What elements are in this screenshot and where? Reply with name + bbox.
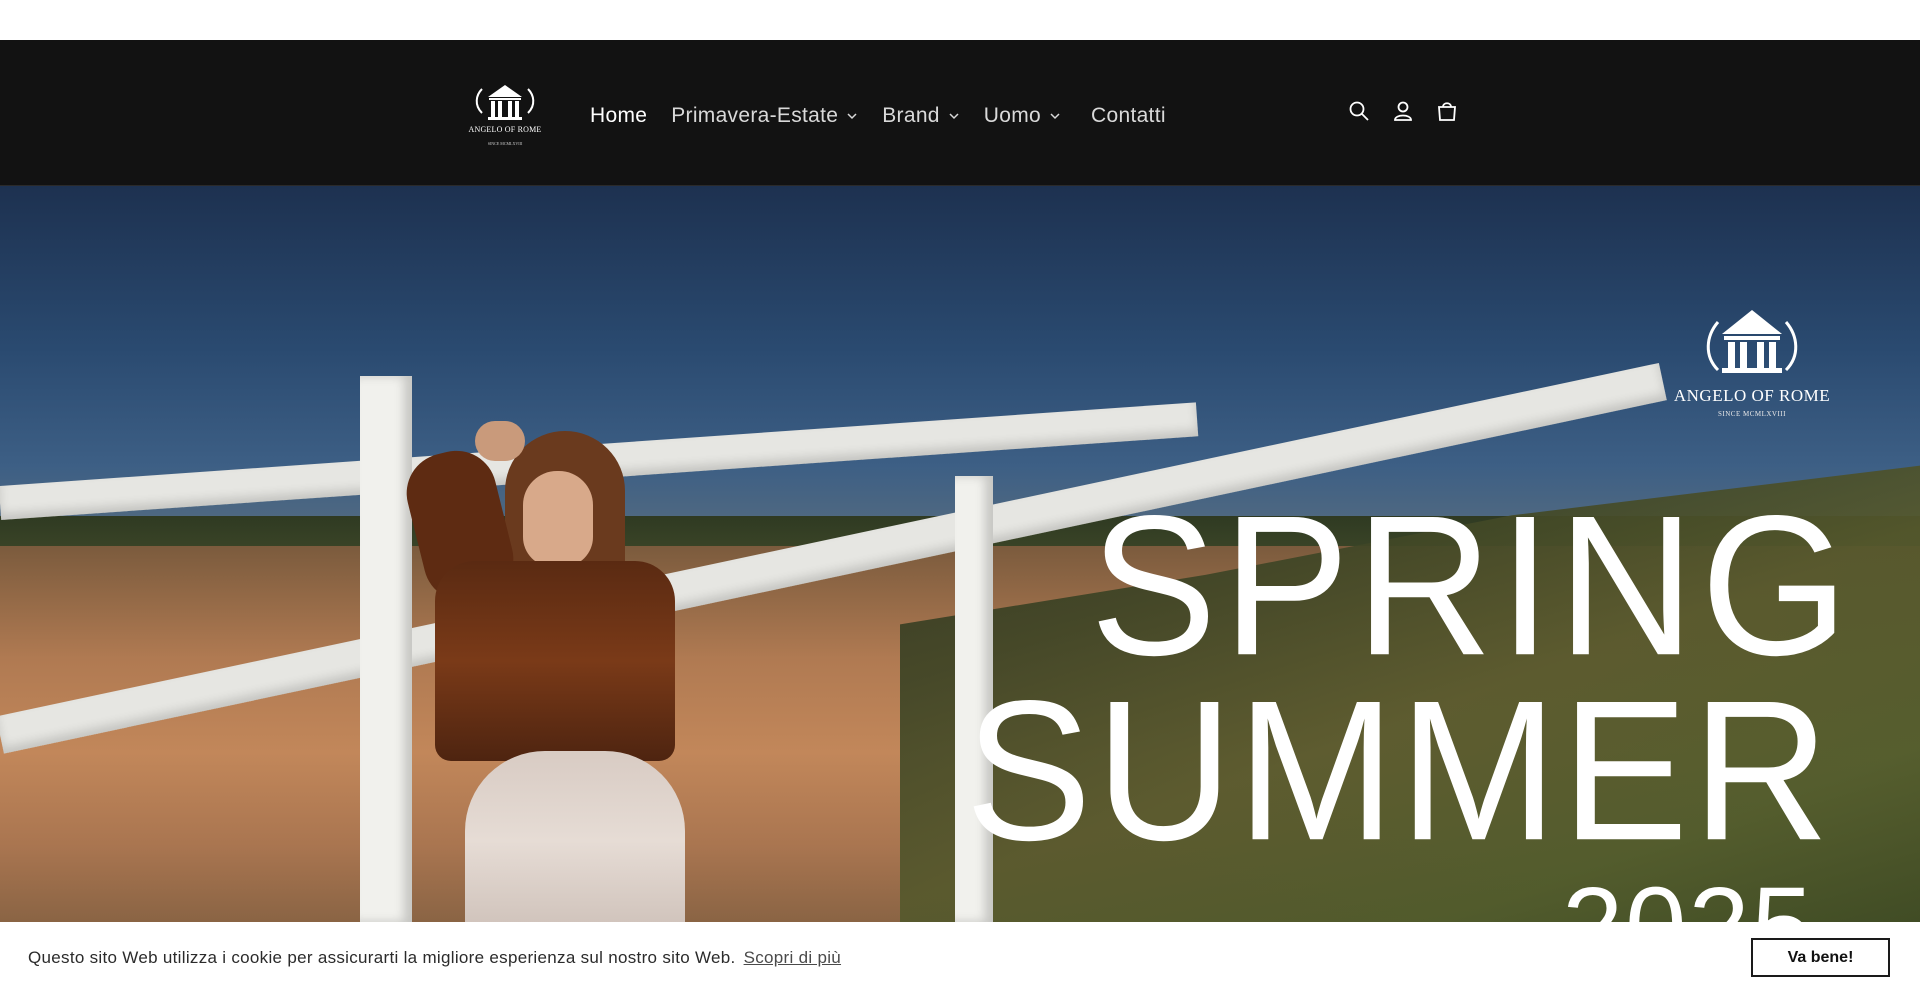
cookie-message-text: Questo sito Web utilizza i cookie per as… — [28, 948, 736, 967]
nav-contatti[interactable]: Contatti — [1079, 96, 1178, 136]
chevron-down-icon — [847, 113, 857, 120]
temple-logo-icon — [475, 85, 535, 120]
header-logo[interactable]: ANGELO OF ROME SINCE MCMLXVIII — [466, 83, 544, 147]
cookie-banner: Questo sito Web utilizza i cookie per as… — [0, 922, 1920, 993]
model-face — [523, 471, 593, 567]
main-nav: Home Primavera-Estate Brand Uomo Contatt… — [578, 96, 1178, 136]
cookie-learn-more-link[interactable]: Scopri di più — [744, 948, 841, 967]
temple-logo-icon — [1706, 310, 1798, 373]
nav-brand-label: Brand — [882, 104, 940, 127]
cart-icon — [1438, 102, 1456, 121]
cart-button[interactable] — [1434, 98, 1460, 124]
model-hand — [475, 421, 525, 461]
nav-primavera-estate[interactable]: Primavera-Estate — [659, 96, 870, 136]
nav-primavera-estate-label: Primavera-Estate — [671, 104, 839, 127]
search-icon — [1349, 101, 1369, 121]
hero-title-line1: SPRING — [1090, 474, 1855, 698]
nav-uomo[interactable]: Uomo — [972, 96, 1073, 136]
nav-home-label: Home — [590, 104, 648, 127]
account-icon — [1394, 101, 1412, 121]
nav-uomo-label: Uomo — [983, 104, 1042, 127]
model-figure — [355, 361, 685, 922]
hero-logo: ANGELO OF ROME SINCE MCMLXVIII — [1670, 306, 1834, 426]
header-icons — [1346, 98, 1460, 124]
model-jacket — [435, 561, 675, 761]
chevron-down-icon — [949, 113, 959, 120]
announcement-bar — [0, 0, 1920, 40]
cookie-message: Questo sito Web utilizza i cookie per as… — [28, 948, 841, 968]
nav-brand[interactable]: Brand — [870, 96, 972, 136]
hero-title-line2: SUMMER — [965, 659, 1834, 883]
search-button[interactable] — [1346, 98, 1372, 124]
account-button[interactable] — [1390, 98, 1416, 124]
site-header: ANGELO OF ROME SINCE MCMLXVIII Home Prim… — [0, 40, 1920, 186]
logo-brand-text: ANGELO OF ROME — [468, 125, 542, 134]
nav-contatti-label: Contatti — [1091, 104, 1166, 127]
nav-home[interactable]: Home — [578, 96, 659, 136]
logo-since-text: SINCE MCMLXVIII — [487, 141, 523, 146]
hero-title-line3: 2025 — [1562, 872, 1815, 923]
hero-banner[interactable]: ANGELO OF ROME SINCE MCMLXVIII SPRING SU… — [0, 186, 1920, 922]
cookie-accept-button[interactable]: Va bene! — [1751, 938, 1890, 977]
chevron-down-icon — [1050, 113, 1060, 120]
model-skirt — [465, 751, 685, 922]
hero-logo-brand: ANGELO OF ROME — [1673, 386, 1831, 405]
hero-logo-since: SINCE MCMLXVIII — [1718, 410, 1786, 418]
